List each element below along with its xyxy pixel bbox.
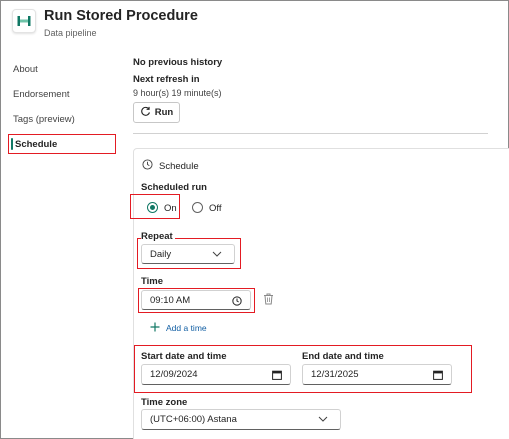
radio-on[interactable] (147, 202, 158, 213)
radio-off-label[interactable]: Off (209, 203, 222, 214)
add-time-label: Add a time (166, 323, 207, 333)
end-date-label: End date and time (302, 351, 384, 362)
next-refresh-value: 9 hour(s) 19 minute(s) (133, 88, 222, 98)
repeat-select[interactable]: Daily (141, 244, 235, 264)
schedule-section-header: Schedule (142, 159, 199, 173)
scheduled-run-label: Scheduled run (141, 182, 207, 193)
chevron-down-icon (212, 250, 222, 261)
timezone-select[interactable]: (UTC+06:00) Astana (141, 409, 341, 430)
sidebar-item-endorsement[interactable]: Endorsement (13, 89, 70, 100)
time-input[interactable]: 09:10 AM (141, 290, 251, 310)
run-button-label: Run (154, 107, 174, 118)
end-date-value: 12/31/2025 (311, 369, 359, 380)
timezone-value: (UTC+06:00) Astana (150, 414, 237, 425)
sidebar-item-schedule[interactable]: Schedule (8, 134, 116, 154)
repeat-value: Daily (150, 248, 172, 260)
timezone-label: Time zone (141, 397, 188, 408)
calendar-icon (433, 370, 443, 383)
next-refresh-label: Next refresh in (133, 74, 200, 85)
sidebar-item-label: Schedule (15, 139, 58, 150)
pipeline-icon (12, 9, 36, 33)
end-date-input[interactable]: 12/31/2025 (302, 364, 452, 385)
calendar-icon (272, 370, 282, 383)
start-date-value: 12/09/2024 (150, 369, 198, 380)
sidebar-item-about[interactable]: About (13, 64, 38, 75)
clock-icon (232, 296, 242, 309)
radio-off[interactable] (192, 202, 203, 213)
start-date-label: Start date and time (141, 351, 227, 362)
repeat-label: Repeat (141, 231, 175, 242)
sidebar-item-tags[interactable]: Tags (preview) (13, 114, 75, 125)
page-subtitle: Data pipeline (44, 28, 97, 38)
page-title: Run Stored Procedure (44, 8, 198, 24)
no-history-text: No previous history (133, 57, 223, 68)
add-time-button[interactable]: Add a time (150, 322, 207, 334)
delete-icon[interactable] (263, 292, 274, 310)
active-indicator (11, 138, 13, 150)
radio-on-label[interactable]: On (164, 203, 177, 214)
run-button[interactable]: Run (133, 102, 180, 123)
time-label: Time (141, 276, 164, 287)
chevron-down-icon (318, 415, 328, 426)
clock-icon (142, 159, 153, 173)
start-date-input[interactable]: 12/09/2024 (141, 364, 291, 385)
divider (133, 133, 488, 134)
refresh-icon (140, 106, 151, 120)
schedule-section-title: Schedule (159, 160, 199, 172)
time-value: 09:10 AM (150, 294, 191, 306)
plus-icon (150, 322, 160, 334)
